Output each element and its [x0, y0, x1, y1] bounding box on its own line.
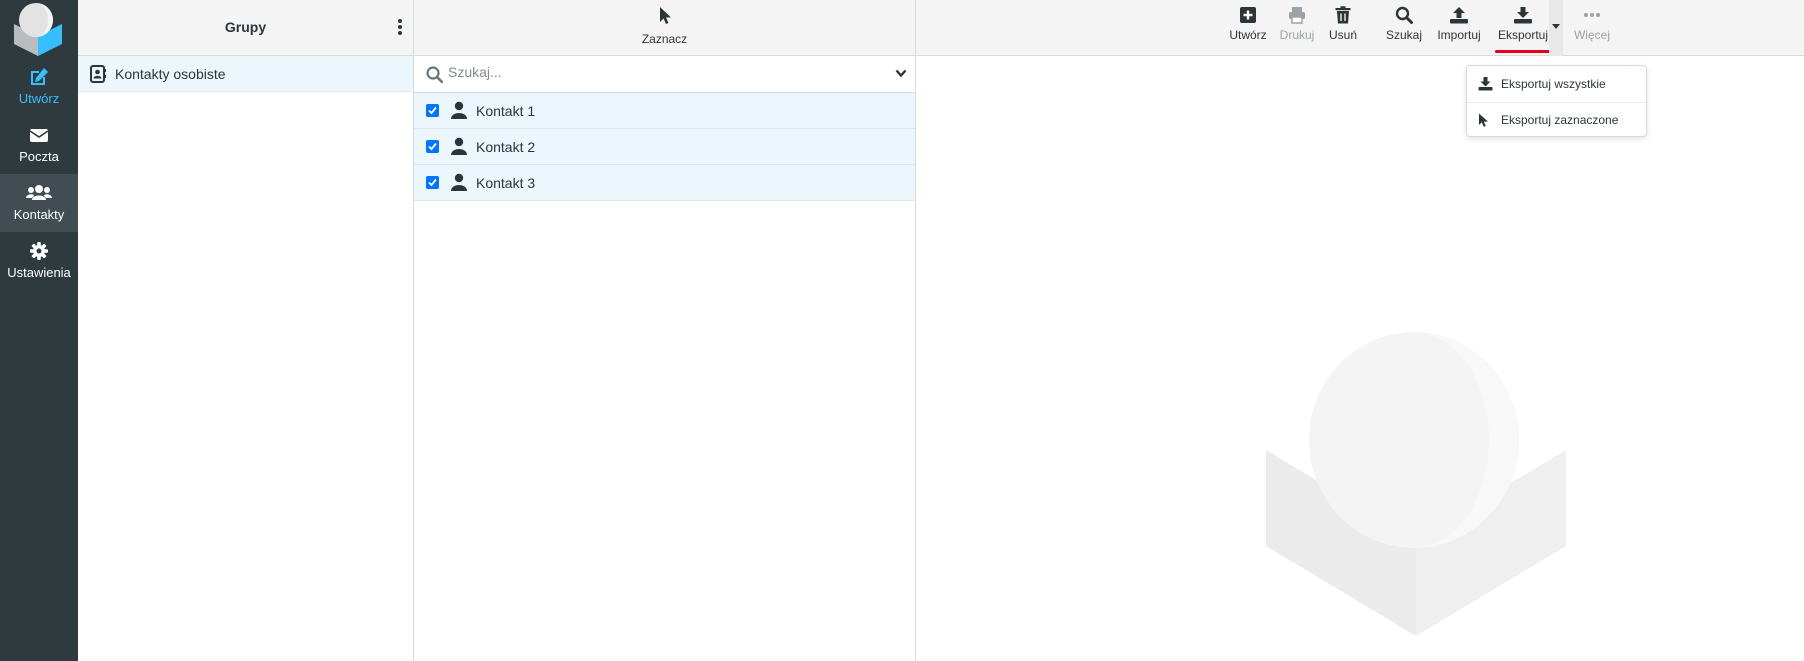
nav-settings-label: Ustawienia — [7, 265, 71, 280]
search-icon — [426, 66, 443, 83]
export-active-indicator — [1495, 50, 1555, 53]
person-icon — [451, 101, 467, 119]
export-dropdown-toggle[interactable] — [1549, 0, 1563, 56]
import-button-label: Importuj — [1437, 28, 1481, 42]
address-book-icon — [90, 65, 106, 83]
nav-compose-label: Utwórz — [18, 91, 60, 106]
contacts-list-panel: Zaznacz Kontakt 1 Kontakt 2 — [414, 0, 916, 661]
contact-row[interactable]: Kontakt 1 — [414, 93, 915, 129]
select-button[interactable]: Zaznacz — [414, 6, 915, 46]
contact-checkbox[interactable] — [426, 104, 439, 117]
export-selected-label: Eksportuj zaznaczone — [1501, 113, 1619, 127]
create-button-label: Utwórz — [1229, 28, 1267, 42]
search-bar — [414, 56, 915, 93]
import-button[interactable]: Importuj — [1434, 6, 1484, 42]
nav-mail-label: Poczta — [19, 149, 59, 164]
toolbar: Utwórz Drukuj Usuń Szukaj Importuj Ekspo… — [916, 0, 1804, 56]
nav-contacts[interactable]: Kontakty — [0, 174, 78, 232]
logo-icon — [12, 2, 64, 56]
contact-details-panel: Utwórz Drukuj Usuń Szukaj Importuj Ekspo… — [916, 0, 1804, 661]
watermark-logo-icon — [1266, 332, 1566, 636]
contact-row[interactable]: Kontakt 3 — [414, 165, 915, 201]
pointer-icon — [1479, 113, 1488, 127]
groups-header: Grupy — [78, 0, 413, 56]
delete-button[interactable]: Usuń — [1325, 6, 1361, 42]
caret-down-icon — [1552, 24, 1560, 29]
groups-panel: Grupy Kontakty osobiste — [78, 0, 414, 661]
export-all-menu-item[interactable]: Eksportuj wszystkie — [1467, 66, 1646, 102]
export-button[interactable]: Eksportuj — [1495, 6, 1551, 42]
group-item-personal-contacts[interactable]: Kontakty osobiste — [78, 56, 413, 92]
search-button-label: Szukaj — [1385, 28, 1423, 42]
create-button[interactable]: Utwórz — [1225, 6, 1271, 42]
chevron-down-icon[interactable] — [895, 69, 907, 78]
print-button[interactable]: Drukuj — [1276, 6, 1318, 42]
plus-square-icon — [1240, 7, 1256, 23]
envelope-icon — [29, 129, 49, 142]
main-navigation: Utwórz Poczta Kontakty Ustawienia — [0, 0, 78, 661]
more-options-icon[interactable] — [397, 18, 403, 36]
select-button-label: Zaznacz — [641, 32, 688, 46]
print-button-label: Drukuj — [1279, 28, 1315, 42]
export-all-label: Eksportuj wszystkie — [1501, 77, 1606, 91]
nav-settings[interactable]: Ustawienia — [0, 232, 78, 290]
search-icon — [1395, 6, 1413, 24]
download-icon — [1514, 7, 1532, 24]
contact-name: Kontakt 2 — [476, 139, 536, 155]
users-icon — [26, 185, 52, 200]
contact-checkbox[interactable] — [426, 140, 439, 153]
contact-name: Kontakt 3 — [476, 175, 536, 191]
contact-checkbox[interactable] — [426, 176, 439, 189]
groups-title: Grupy — [224, 19, 267, 35]
contacts-list-header: Zaznacz — [414, 0, 915, 56]
ellipsis-icon — [1584, 13, 1600, 17]
contact-name: Kontakt 1 — [476, 103, 536, 119]
nav-compose[interactable]: Utwórz — [0, 58, 78, 116]
export-selected-menu-item[interactable]: Eksportuj zaznaczone — [1467, 102, 1646, 138]
printer-icon — [1289, 7, 1305, 24]
contact-row[interactable]: Kontakt 2 — [414, 129, 915, 165]
upload-icon — [1450, 7, 1468, 24]
more-button[interactable]: Więcej — [1570, 6, 1614, 42]
person-icon — [451, 173, 467, 191]
gear-icon — [30, 242, 48, 260]
export-menu: Eksportuj wszystkie Eksportuj zaznaczone — [1466, 65, 1647, 137]
search-input[interactable] — [448, 64, 868, 80]
search-button[interactable]: Szukaj — [1384, 6, 1424, 42]
nav-mail[interactable]: Poczta — [0, 116, 78, 174]
group-item-label: Kontakty osobiste — [115, 66, 226, 82]
download-icon — [1478, 77, 1493, 91]
pointer-icon — [659, 7, 671, 24]
more-button-label: Więcej — [1573, 28, 1610, 42]
nav-contacts-label: Kontakty — [13, 207, 65, 222]
export-button-label: Eksportuj — [1497, 28, 1549, 42]
compose-icon — [31, 68, 48, 85]
delete-button-label: Usuń — [1328, 28, 1357, 42]
person-icon — [451, 137, 467, 155]
trash-icon — [1335, 6, 1351, 24]
